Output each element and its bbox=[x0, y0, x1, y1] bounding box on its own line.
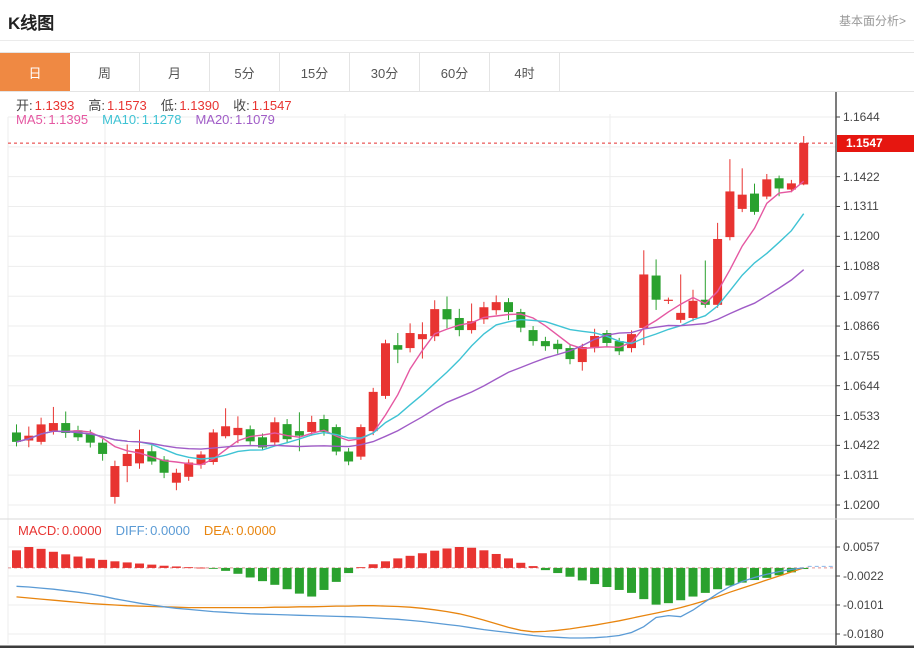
tab-15min[interactable]: 15分 bbox=[280, 53, 350, 91]
period-tabs: 日周月5分15分30分60分4时 bbox=[0, 52, 914, 92]
legend-item: DEA:0.0000 bbox=[204, 523, 276, 538]
macd-tick: -0.0101 bbox=[843, 597, 911, 613]
chart-area[interactable]: 开:1.1393高:1.1573低:1.1390收:1.1547 MA5:1.1… bbox=[0, 92, 914, 649]
price-tick: 1.1311 bbox=[843, 198, 911, 214]
price-tick: 1.1200 bbox=[843, 228, 911, 244]
page-header: K线图 基本面分析> bbox=[0, 0, 914, 41]
tab-month[interactable]: 月 bbox=[140, 53, 210, 91]
legend-item: MA10:1.1278 bbox=[102, 112, 181, 127]
tab-5min[interactable]: 5分 bbox=[210, 53, 280, 91]
price-tick: 1.0755 bbox=[843, 348, 911, 364]
price-tick: 1.0977 bbox=[843, 288, 911, 304]
legend-item: MA20:1.1079 bbox=[195, 112, 274, 127]
price-tick: 1.0866 bbox=[843, 318, 911, 334]
macd-legend: MACD:0.0000 DIFF:0.0000 DEA:0.0000 bbox=[18, 523, 290, 538]
ma-legend: MA5:1.1395 MA10:1.1278 MA20:1.1079 bbox=[16, 112, 289, 127]
tab-week[interactable]: 周 bbox=[70, 53, 140, 91]
legend-item: MA5:1.1395 bbox=[16, 112, 88, 127]
macd-tick: -0.0022 bbox=[843, 568, 911, 584]
kline-canvas[interactable] bbox=[0, 92, 914, 649]
tab-60min[interactable]: 60分 bbox=[420, 53, 490, 91]
page-title: K线图 bbox=[8, 9, 54, 34]
tab-day[interactable]: 日 bbox=[0, 53, 70, 91]
legend-item: MACD:0.0000 bbox=[18, 523, 102, 538]
price-tick: 1.1088 bbox=[843, 258, 911, 274]
price-tick: 1.1422 bbox=[843, 169, 911, 185]
macd-tick: -0.0180 bbox=[843, 626, 911, 642]
fundamental-analysis-link[interactable]: 基本面分析> bbox=[839, 12, 906, 29]
price-tick: 1.0311 bbox=[843, 467, 911, 483]
price-tick: 1.1644 bbox=[843, 109, 911, 125]
price-tick: 1.0644 bbox=[843, 378, 911, 394]
legend-item: DIFF:0.0000 bbox=[116, 523, 190, 538]
price-tick: 1.0200 bbox=[843, 497, 911, 513]
price-tick: 1.0422 bbox=[843, 437, 911, 453]
macd-tick: 0.0057 bbox=[843, 539, 911, 555]
kline-page: K线图 基本面分析> 日周月5分15分30分60分4时 开:1.1393高:1.… bbox=[0, 0, 914, 649]
current-price-label: 1.1547 bbox=[837, 135, 914, 152]
tab-30min[interactable]: 30分 bbox=[350, 53, 420, 91]
tab-4hour[interactable]: 4时 bbox=[490, 53, 560, 91]
price-tick: 1.0533 bbox=[843, 408, 911, 424]
